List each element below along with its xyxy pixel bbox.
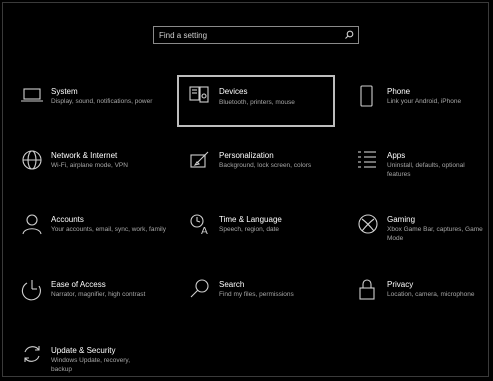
laptop-icon (21, 88, 43, 102)
tile-description: Windows Update, recovery, backup (51, 357, 130, 373)
tile-description: Wi-Fi, airplane mode, VPN (51, 162, 128, 169)
tile-title: Devices (219, 87, 248, 96)
lock-icon (359, 279, 375, 300)
tile-description: Narrator, magnifier, high contrast (51, 291, 146, 298)
tile-title: Ease of Access (51, 280, 106, 289)
tile-search[interactable]: Search Find my files, permissions (189, 278, 339, 330)
tile-network[interactable]: Network & Internet Wi-Fi, airplane mode,… (21, 149, 171, 201)
tile-privacy[interactable]: Privacy Location, camera, microphone (357, 278, 487, 330)
tile-devices[interactable]: Devices Bluetooth, printers, mouse (177, 75, 335, 127)
tile-title: Search (219, 280, 245, 289)
tile-title: Apps (387, 151, 406, 160)
sync-icon (24, 346, 40, 362)
ease-of-access-icon (21, 280, 41, 301)
tile-description: Uninstall, defaults, optional features (387, 162, 465, 178)
apps-list-icon (358, 151, 376, 168)
tile-time-language[interactable]: A Time & Language Speech, region, date (189, 213, 339, 265)
tile-system[interactable]: System Display, sound, notifications, po… (21, 85, 171, 137)
phone-icon (360, 85, 373, 107)
tile-description: Find my files, permissions (219, 291, 294, 298)
tile-description: Location, camera, microphone (387, 291, 475, 298)
search-input[interactable] (159, 28, 339, 42)
tile-title: Accounts (51, 215, 84, 224)
tile-description: Bluetooth, printers, mouse (219, 99, 295, 106)
tile-description: Speech, region, date (219, 226, 279, 233)
tile-ease-of-access[interactable]: Ease of Access Narrator, magnifier, high… (21, 278, 171, 330)
tile-update-security[interactable]: Update & Security Windows Update, recove… (21, 343, 171, 377)
tile-title: System (51, 87, 78, 96)
tile-title: Update & Security (51, 346, 116, 355)
tile-description: Link your Android, iPhone (387, 98, 462, 105)
search-icon (190, 279, 209, 298)
globe-icon (22, 150, 42, 170)
tile-description: Background, lock screen, colors (219, 162, 312, 169)
tile-description: Your accounts, email, sync, work, family (51, 226, 166, 233)
settings-window: System Display, sound, notifications, po… (2, 2, 489, 377)
person-icon (22, 214, 42, 235)
brush-icon (190, 151, 209, 168)
tile-title: Gaming (387, 215, 416, 224)
tile-title: Privacy (387, 280, 414, 289)
tile-gaming[interactable]: Gaming Xbox Game Bar, captures, Game Mod… (357, 213, 491, 265)
time-language-icon: A (190, 214, 208, 237)
tile-description: Display, sound, notifications, power (51, 98, 153, 105)
xbox-icon (358, 214, 378, 234)
svg-text:A: A (201, 226, 208, 237)
tile-title: Personalization (219, 151, 274, 160)
tile-accounts[interactable]: Accounts Your accounts, email, sync, wor… (21, 213, 171, 265)
keyboard-speaker-icon (189, 86, 209, 103)
tile-title: Network & Internet (51, 151, 118, 160)
tile-phone[interactable]: Phone Link your Android, iPhone (357, 85, 487, 137)
tile-title: Time & Language (219, 215, 282, 224)
tile-description: Xbox Game Bar, captures, Game Mode (387, 226, 483, 242)
tile-title: Phone (387, 87, 411, 96)
tile-personalization[interactable]: Personalization Background, lock screen,… (189, 149, 339, 201)
tile-apps[interactable]: Apps Uninstall, defaults, optional featu… (357, 149, 487, 201)
search-box[interactable] (153, 26, 359, 44)
search-icon[interactable] (344, 30, 354, 40)
